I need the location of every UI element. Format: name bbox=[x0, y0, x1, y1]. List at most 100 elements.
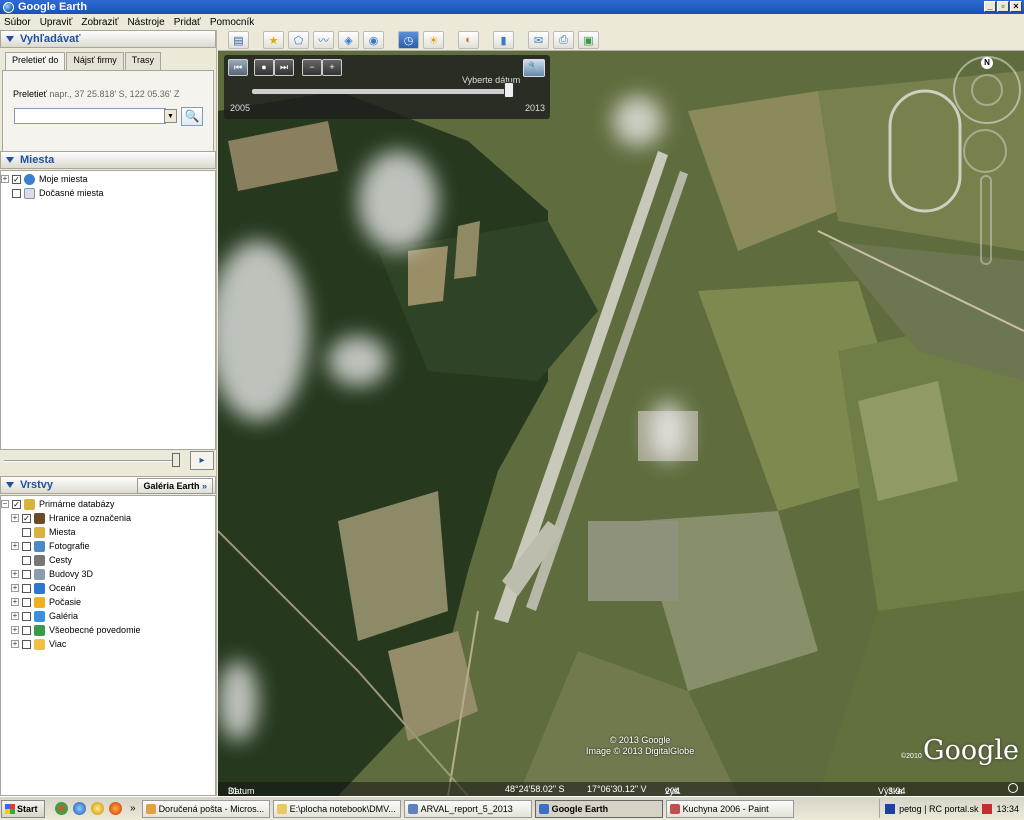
compass-control[interactable]: N bbox=[953, 56, 1021, 124]
clock[interactable]: 13:34 bbox=[996, 804, 1019, 814]
menu-view[interactable]: Zobraziť bbox=[81, 17, 118, 28]
checkbox[interactable] bbox=[22, 541, 31, 551]
slider-thumb[interactable] bbox=[172, 453, 180, 467]
list-item[interactable]: Cesty bbox=[1, 553, 215, 567]
checkbox[interactable] bbox=[12, 188, 21, 198]
list-item[interactable]: + Fotografie bbox=[1, 539, 215, 553]
ie-icon[interactable] bbox=[73, 802, 86, 815]
time-slider-track[interactable] bbox=[252, 89, 514, 94]
ruler-button[interactable]: ▮ bbox=[493, 31, 514, 49]
time-back-button[interactable]: ⏮ bbox=[228, 59, 248, 76]
places-panel-header[interactable]: Miesta bbox=[0, 151, 216, 169]
expand-icon[interactable]: + bbox=[11, 584, 19, 592]
checkbox[interactable]: ✓ bbox=[12, 499, 21, 509]
tab-fly-to[interactable]: Preletieť do bbox=[5, 52, 66, 71]
sunlight-button[interactable]: ☀ bbox=[423, 31, 444, 49]
menu-tools[interactable]: Nástroje bbox=[127, 17, 164, 28]
record-tour-button[interactable]: ◉ bbox=[363, 31, 384, 49]
quicklaunch-overflow-icon[interactable]: » bbox=[130, 803, 136, 814]
task-outlook[interactable]: Doručená pošta - Micros... bbox=[141, 799, 270, 818]
menu-add[interactable]: Pridať bbox=[174, 17, 201, 28]
menu-file[interactable]: Súbor bbox=[4, 17, 31, 28]
chrome-icon[interactable] bbox=[55, 802, 68, 815]
search-button[interactable]: 🔍 bbox=[181, 107, 203, 126]
checkbox[interactable] bbox=[22, 555, 31, 565]
list-item[interactable]: + Budovy 3D bbox=[1, 567, 215, 581]
search-panel-header[interactable]: Vyhľadávať bbox=[0, 30, 216, 48]
checkbox[interactable] bbox=[22, 583, 31, 593]
expand-icon[interactable]: + bbox=[11, 598, 19, 606]
list-item[interactable]: + Počasie bbox=[1, 595, 215, 609]
checkbox[interactable]: ✓ bbox=[22, 513, 31, 523]
checkbox[interactable] bbox=[22, 597, 31, 607]
map-view[interactable]: ⏮ ● ⏭ − + 🔧 Vyberte dátum 2005 2013 N © … bbox=[218, 51, 1024, 796]
collapse-icon[interactable]: − bbox=[1, 500, 9, 508]
search-input[interactable] bbox=[14, 108, 166, 124]
move-joystick[interactable] bbox=[963, 129, 1007, 173]
sidebar-toggle-button[interactable]: ▤ bbox=[228, 31, 249, 49]
list-item[interactable]: + ✓ Moje miesta bbox=[1, 172, 215, 186]
start-button[interactable]: Start bbox=[1, 799, 45, 818]
checkbox[interactable] bbox=[22, 625, 31, 635]
antivirus-icon[interactable] bbox=[982, 803, 993, 814]
task-report[interactable]: ARVAL_report_5_2013 bbox=[403, 799, 532, 818]
checkbox[interactable] bbox=[22, 569, 31, 579]
collapse-triangle-icon[interactable] bbox=[6, 36, 14, 42]
collapse-triangle-icon[interactable] bbox=[6, 482, 14, 488]
list-item[interactable]: + ✓ Hranice a označenia bbox=[1, 511, 215, 525]
menu-edit[interactable]: Upraviť bbox=[40, 17, 73, 28]
time-forward-button[interactable]: ⏭ bbox=[274, 59, 294, 76]
add-polygon-button[interactable]: ⬠ bbox=[288, 31, 309, 49]
layers-panel-header[interactable]: Vrstvy Galéria Earth » bbox=[0, 476, 216, 494]
time-settings-button[interactable]: ● bbox=[254, 59, 274, 76]
task-explorer[interactable]: E:\plocha notebook\DMV... bbox=[272, 799, 401, 818]
checkbox[interactable] bbox=[22, 611, 31, 621]
app-icon[interactable] bbox=[91, 802, 104, 815]
dropdown-arrow-icon[interactable]: ▼ bbox=[164, 109, 177, 123]
email-button[interactable]: ✉ bbox=[528, 31, 549, 49]
google-maps-button[interactable]: ▣ bbox=[578, 31, 599, 49]
network-icon[interactable] bbox=[885, 803, 896, 814]
maximize-button[interactable]: ▫ bbox=[997, 1, 1009, 12]
look-joystick[interactable] bbox=[971, 74, 1003, 106]
task-google-earth[interactable]: Google Earth bbox=[534, 799, 663, 818]
tab-directions[interactable]: Trasy bbox=[124, 52, 161, 70]
checkbox[interactable] bbox=[22, 527, 31, 537]
list-item[interactable]: + Všeobecné povedomie bbox=[1, 623, 215, 637]
add-path-button[interactable]: 〰 bbox=[313, 31, 334, 49]
expand-icon[interactable]: + bbox=[11, 542, 19, 550]
print-button[interactable]: ⎙ bbox=[553, 31, 574, 49]
expand-icon[interactable]: + bbox=[1, 175, 9, 183]
tour-button[interactable]: ▸ bbox=[190, 451, 214, 470]
switch-planet-button[interactable]: ◐ bbox=[458, 31, 479, 49]
list-item[interactable]: − ✓ Primárne databázy bbox=[1, 497, 215, 511]
expand-icon[interactable]: + bbox=[11, 640, 19, 648]
menu-help[interactable]: Pomocník bbox=[210, 17, 254, 28]
zoom-out-time-button[interactable]: − bbox=[302, 59, 322, 76]
window-titlebar[interactable]: Google Earth _ ▫ × bbox=[0, 0, 1024, 14]
minimize-button[interactable]: _ bbox=[984, 1, 996, 12]
time-options-button[interactable]: 🔧 bbox=[523, 59, 545, 77]
task-paint[interactable]: Kuchyna 2006 - Paint bbox=[665, 799, 794, 818]
list-item[interactable]: + Viac bbox=[1, 637, 215, 651]
collapse-triangle-icon[interactable] bbox=[6, 157, 14, 163]
list-item[interactable]: Dočasné miesta bbox=[1, 186, 215, 200]
expand-icon[interactable]: + bbox=[11, 514, 19, 522]
firefox-icon[interactable] bbox=[109, 802, 122, 815]
list-item[interactable]: + Galéria bbox=[1, 609, 215, 623]
earth-gallery-button[interactable]: Galéria Earth » bbox=[137, 478, 213, 494]
expand-icon[interactable]: + bbox=[11, 626, 19, 634]
add-overlay-button[interactable]: ◈ bbox=[338, 31, 359, 49]
close-button[interactable]: × bbox=[1010, 1, 1022, 12]
time-slider-thumb[interactable] bbox=[503, 82, 514, 98]
add-placemark-button[interactable]: ★ bbox=[263, 31, 284, 49]
checkbox[interactable]: ✓ bbox=[12, 174, 21, 184]
checkbox[interactable] bbox=[22, 639, 31, 649]
expand-icon[interactable]: + bbox=[11, 570, 19, 578]
zoom-slider[interactable] bbox=[980, 175, 992, 265]
historical-imagery-button[interactable]: ◷ bbox=[398, 31, 419, 49]
transparency-slider[interactable] bbox=[4, 460, 180, 462]
zoom-in-time-button[interactable]: + bbox=[322, 59, 342, 76]
expand-icon[interactable]: + bbox=[11, 612, 19, 620]
list-item[interactable]: Miesta bbox=[1, 525, 215, 539]
